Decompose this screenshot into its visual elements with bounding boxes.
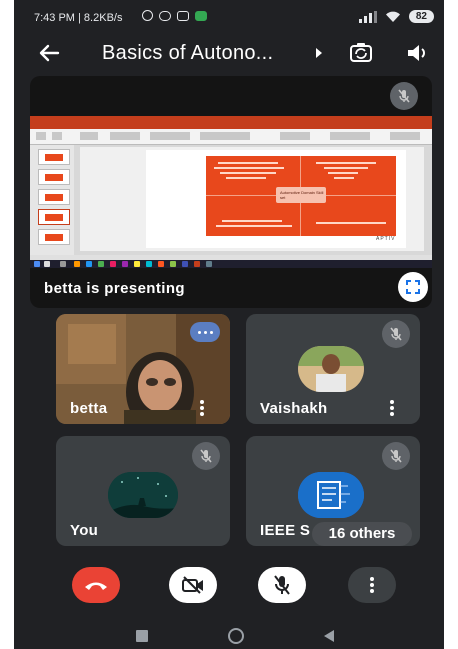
back-nav-icon[interactable] xyxy=(322,629,336,643)
ppt-ribbon xyxy=(30,129,432,145)
status-right: 82 xyxy=(358,10,434,23)
camera-toggle-button[interactable] xyxy=(169,567,217,603)
alarm-icon xyxy=(142,10,153,21)
mic-toggle-button[interactable] xyxy=(258,567,306,603)
chat-icon xyxy=(159,10,171,21)
slide-thumbnail xyxy=(38,149,70,165)
status-time: 7:43 PM | 8.2KB/s xyxy=(34,12,123,24)
signal-icon xyxy=(358,10,377,23)
more-options-button[interactable] xyxy=(190,322,220,342)
camera-off-icon xyxy=(182,576,203,594)
mic-off-icon xyxy=(390,82,418,110)
participant-tile-vaishakh[interactable]: Vaishakh xyxy=(246,314,420,424)
more-vert-icon xyxy=(370,577,374,593)
participant-name: betta xyxy=(70,400,108,417)
avatar xyxy=(108,472,178,518)
switch-camera-icon[interactable] xyxy=(348,40,374,66)
presentation-tile[interactable]: Automotive Domain Skill set APTIV betta … xyxy=(30,76,432,308)
participant-tile-you[interactable]: You xyxy=(56,436,230,546)
slide-thumbnail xyxy=(38,189,70,205)
arrow-left-icon[interactable] xyxy=(36,40,62,66)
phone-hangup-icon xyxy=(85,582,107,590)
ppt-titlebar xyxy=(30,116,432,124)
wifi-icon xyxy=(385,11,400,22)
meeting-title[interactable]: Basics of Autono... xyxy=(102,42,273,65)
slide-thumbnail xyxy=(38,229,70,245)
more-options-button[interactable] xyxy=(348,567,396,603)
slide-diagram: Automotive Domain Skill set xyxy=(206,156,396,236)
participant-name: You xyxy=(70,522,99,539)
home-icon[interactable] xyxy=(228,628,244,644)
avatar xyxy=(298,472,364,518)
more-vert-icon[interactable] xyxy=(196,400,208,418)
meet-notification-icon xyxy=(195,10,207,21)
phone-screen: 7:43 PM | 8.2KB/s 82 Basics of Autono... xyxy=(14,0,444,649)
end-call-button[interactable] xyxy=(72,567,120,603)
mic-off-icon xyxy=(382,442,410,470)
slide-center-box: Automotive Domain Skill set xyxy=(276,187,326,203)
status-notification-icons xyxy=(142,10,207,21)
participant-name: Vaishakh xyxy=(260,400,328,417)
battery-indicator: 82 xyxy=(408,10,434,23)
others-count-chip[interactable]: 16 others xyxy=(312,522,412,546)
slide-thumbnail xyxy=(38,169,70,185)
participant-tile-betta[interactable]: betta xyxy=(56,314,230,424)
mic-off-icon xyxy=(192,442,220,470)
mic-off-icon xyxy=(382,320,410,348)
more-vert-icon[interactable] xyxy=(386,400,398,418)
fullscreen-icon xyxy=(406,280,420,294)
call-header: Basics of Autono... xyxy=(14,30,444,76)
slide-thumbnails xyxy=(30,145,74,255)
slide-canvas: Automotive Domain Skill set APTIV xyxy=(80,147,424,251)
slide-thumbnail-selected xyxy=(38,209,70,225)
slide: Automotive Domain Skill set APTIV xyxy=(146,150,406,248)
speaker-icon[interactable] xyxy=(404,40,430,66)
video-notification-icon xyxy=(177,10,189,21)
system-nav-bar xyxy=(14,612,444,649)
participant-name: IEEE S xyxy=(260,522,311,539)
presenting-label: betta is presenting xyxy=(44,280,185,297)
play-arrow-icon[interactable] xyxy=(312,44,326,62)
windows-taskbar xyxy=(30,260,432,268)
mic-off-icon xyxy=(274,575,290,595)
avatar xyxy=(298,346,364,392)
status-bar: 7:43 PM | 8.2KB/s 82 xyxy=(14,0,444,30)
fullscreen-button[interactable] xyxy=(398,272,428,302)
shared-screen: Automotive Domain Skill set APTIV xyxy=(30,116,432,268)
recents-icon[interactable] xyxy=(136,630,148,642)
slide-logo: APTIV xyxy=(376,236,396,242)
